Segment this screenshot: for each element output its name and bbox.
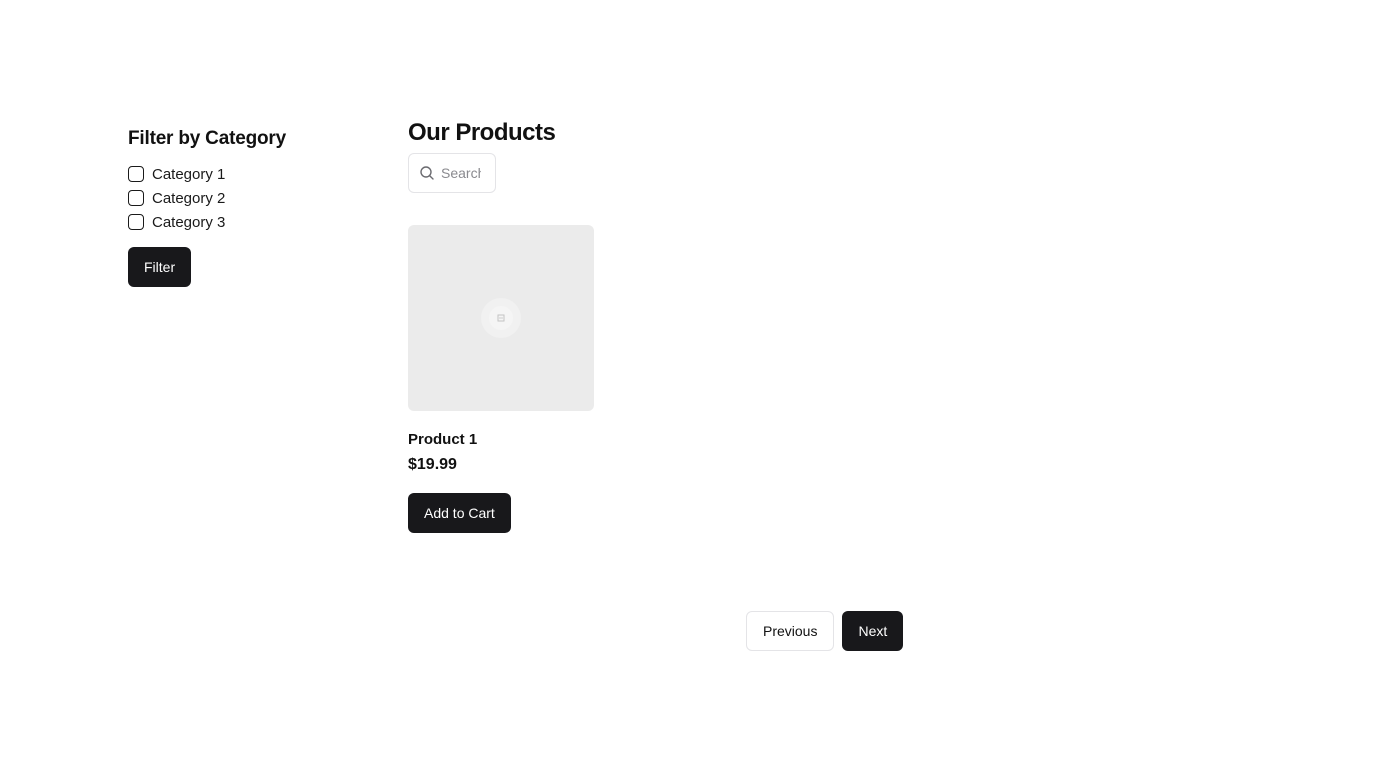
category-option-1[interactable]: Category 1 [128,165,348,183]
search-input[interactable] [441,165,481,181]
category-list: Category 1 Category 2 Category 3 [128,165,348,231]
category-1-checkbox[interactable] [128,166,144,182]
previous-page-button[interactable]: Previous [746,611,835,651]
products-section: Our Products Product 1 $19.99 Add to Car… [408,118,968,533]
category-option-2[interactable]: Category 2 [128,189,348,207]
category-1-label: Category 1 [152,165,226,183]
page-title: Our Products [408,119,556,146]
category-2-checkbox[interactable] [128,190,144,206]
category-3-label: Category 3 [152,213,226,231]
search-icon [420,166,434,180]
search-box[interactable] [408,153,496,193]
product-image [408,225,594,411]
add-to-cart-button[interactable]: Add to Cart [408,493,511,533]
image-placeholder-icon [481,298,521,338]
category-3-checkbox[interactable] [128,214,144,230]
next-page-button[interactable]: Next [842,611,904,651]
category-2-label: Category 2 [152,189,226,207]
product-card: Product 1 $19.99 Add to Cart [408,225,594,533]
pagination: Previous Next [746,611,904,651]
category-filter-sidebar: Filter by Category Category 1 Category 2… [128,127,348,287]
filter-button[interactable]: Filter [128,247,192,287]
product-name[interactable]: Product 1 [408,431,594,449]
category-option-3[interactable]: Category 3 [128,213,348,231]
page: Filter by Category Category 1 Category 2… [0,0,1376,768]
filter-title: Filter by Category [128,128,286,149]
product-price: $19.99 [408,456,457,473]
